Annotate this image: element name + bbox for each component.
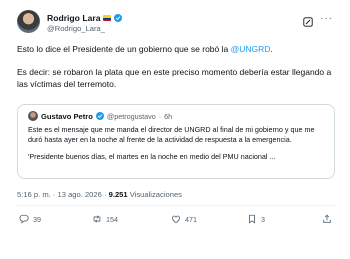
bookmark-count: 3: [261, 214, 265, 224]
retweet-button[interactable]: 154: [92, 214, 118, 224]
quoted-author-name[interactable]: Gustavo Petro: [41, 112, 93, 121]
tweet-text: Esto lo dice el Presidente de un gobiern…: [17, 43, 335, 101]
author-name-row[interactable]: Rodrigo Lara: [47, 13, 123, 23]
views-label: Visualizaciones: [129, 190, 182, 199]
bookmark-button[interactable]: 3: [247, 214, 265, 224]
colombia-flag-icon: [103, 15, 112, 21]
quoted-tweet[interactable]: Gustavo Petro @petrogustavo · 6h Este es…: [17, 104, 335, 179]
tweet-text-1-suffix: .: [270, 44, 273, 54]
tweet-text-1-prefix: Esto lo dice el Presidente de un gobiern…: [17, 44, 231, 54]
tweet-paragraph-2: Es decir: se robaron la plata que en est…: [17, 67, 332, 89]
quoted-tweet-header: Gustavo Petro @petrogustavo · 6h: [28, 111, 172, 121]
like-count: 471: [185, 214, 197, 224]
views-count: 9.251: [108, 190, 128, 199]
quoted-author-avatar[interactable]: [28, 111, 38, 121]
quoted-paragraph-1: Este es el mensaje que me manda el direc…: [28, 125, 315, 144]
divider: [17, 205, 335, 206]
reply-button[interactable]: 39: [19, 214, 41, 224]
reply-count: 39: [33, 214, 41, 224]
quoted-paragraph-2: 'Presidente buenos días, el martes en la…: [28, 152, 276, 161]
tweet-header: Rodrigo Lara @Rodrigo_Lara_ ···: [17, 10, 333, 38]
quoted-time[interactable]: 6h: [164, 112, 172, 121]
quoted-tweet-text: Este es el mensaje que me manda el direc…: [28, 125, 328, 169]
verified-badge-icon: [114, 14, 123, 22]
retweet-icon: [93, 215, 101, 223]
author-handle[interactable]: @Rodrigo_Lara_: [47, 24, 105, 33]
ungrd-mention-link[interactable]: @UNGRD: [231, 44, 271, 54]
tweet-meta: 5:16 p. m. · 13 ago. 2026 · 9.251 Visual…: [17, 190, 182, 199]
action-bar: 39 154 471 3: [17, 214, 335, 228]
quoted-separator: ·: [158, 111, 162, 121]
author-name[interactable]: Rodrigo Lara: [47, 13, 100, 23]
quoted-author-handle[interactable]: @petrogustavo: [107, 112, 156, 121]
tweet-timestamp[interactable]: 5:16 p. m. · 13 ago. 2026 ·: [17, 190, 107, 199]
more-options-icon[interactable]: ···: [320, 14, 333, 24]
bookmark-icon: [249, 214, 255, 224]
share-icon: [323, 214, 331, 223]
grok-icon[interactable]: [303, 14, 313, 27]
retweet-count: 154: [106, 214, 118, 224]
reply-icon: [19, 214, 29, 224]
quoted-verified-badge-icon: [95, 112, 104, 120]
like-button[interactable]: 471: [171, 214, 197, 224]
heart-icon: [172, 215, 180, 224]
share-button[interactable]: [322, 214, 332, 224]
tweet-paragraph-1: Esto lo dice el Presidente de un gobiern…: [17, 43, 335, 55]
author-avatar[interactable]: [17, 10, 40, 33]
